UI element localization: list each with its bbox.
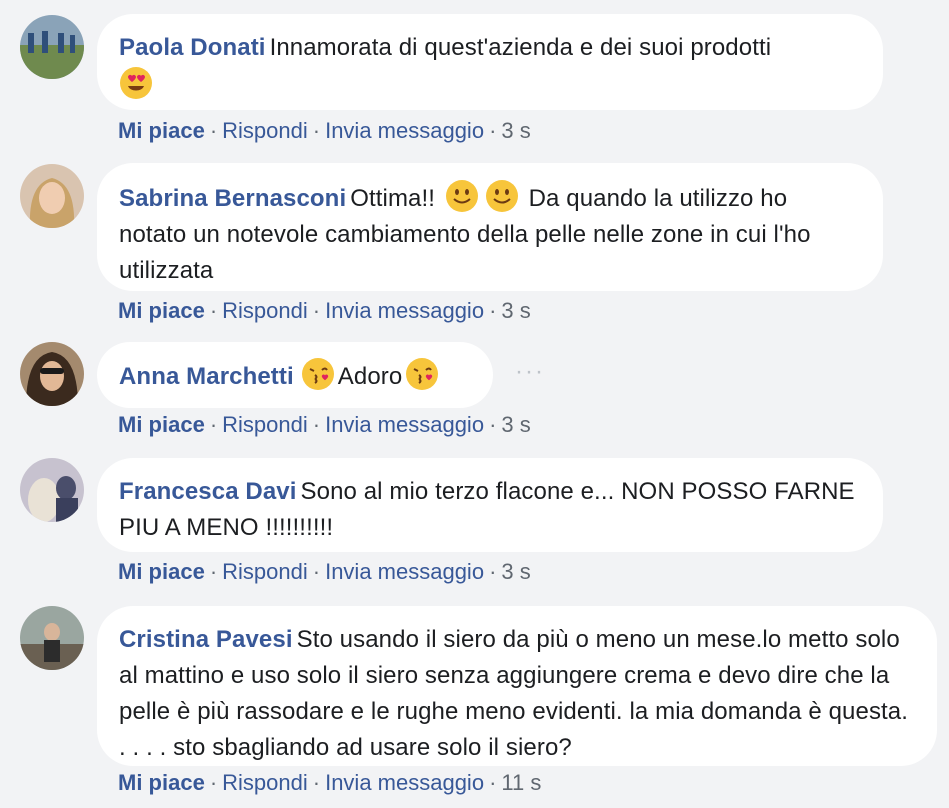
reply-link[interactable]: Rispondi <box>222 118 308 143</box>
reply-link[interactable]: Rispondi <box>222 298 308 323</box>
comment-actions: Mi piace · Rispondi · Invia messaggio · 3 s <box>118 118 531 143</box>
comment-timestamp[interactable]: 3 s <box>501 412 530 437</box>
avatar-image <box>20 164 84 228</box>
comment-author[interactable]: Paola Donati <box>119 34 266 61</box>
send-message-link[interactable]: Invia messaggio <box>325 412 484 437</box>
like-button[interactable]: Mi piace <box>118 559 205 584</box>
comment-bubble: Francesca Davi Sono al mio terzo flacone … <box>97 458 883 552</box>
comment-bubble: Anna Marchetti Adoro <box>97 342 493 408</box>
send-message-link[interactable]: Invia messaggio <box>325 298 484 323</box>
comment-actions: Mi piace · Rispondi · Invia messaggio · 11 s <box>118 770 542 795</box>
reply-link[interactable]: Rispondi <box>222 559 308 584</box>
avatar[interactable] <box>20 342 84 406</box>
avatar-image <box>20 15 84 79</box>
comment-timestamp[interactable]: 3 s <box>501 298 530 323</box>
like-button[interactable]: Mi piace <box>118 118 205 143</box>
avatar[interactable] <box>20 164 84 228</box>
avatar-image <box>20 606 84 670</box>
comment-timestamp[interactable]: 3 s <box>501 559 530 584</box>
comment-author[interactable]: Sabrina Bernasconi <box>119 185 346 212</box>
comment-actions: Mi piace · Rispondi · Invia messaggio · 3 s <box>118 559 531 584</box>
like-button[interactable]: Mi piace <box>118 770 205 795</box>
send-message-link[interactable]: Invia messaggio <box>325 559 484 584</box>
like-button[interactable]: Mi piace <box>118 412 205 437</box>
more-options-icon[interactable]: ··· <box>515 358 545 386</box>
avatar[interactable] <box>20 458 84 522</box>
avatar[interactable] <box>20 606 84 670</box>
smile-icon <box>445 179 479 213</box>
smile-icon <box>485 179 519 213</box>
comment-text: Adoro <box>337 363 403 390</box>
send-message-link[interactable]: Invia messaggio <box>325 770 484 795</box>
comment-timestamp[interactable]: 3 s <box>501 118 530 143</box>
like-button[interactable]: Mi piace <box>118 298 205 323</box>
send-message-link[interactable]: Invia messaggio <box>325 118 484 143</box>
comment-actions: Mi piace · Rispondi · Invia messaggio · 3 s <box>118 298 531 323</box>
comment-bubble: Sabrina Bernasconi Ottima!! Da quando la … <box>97 163 883 291</box>
comment-author[interactable]: Anna Marchetti <box>119 363 294 390</box>
avatar[interactable] <box>20 15 84 79</box>
reply-link[interactable]: Rispondi <box>222 412 308 437</box>
comment-actions: Mi piace · Rispondi · Invia messaggio · 3 s <box>118 412 531 437</box>
comment-bubble: Paola Donati Innamorata di quest'azienda … <box>97 14 883 110</box>
comment-text: Innamorata di quest'azienda e dei suoi p… <box>269 34 772 61</box>
reply-link[interactable]: Rispondi <box>222 770 308 795</box>
comment-author[interactable]: Cristina Pavesi <box>119 626 293 653</box>
kiss-icon <box>405 357 439 391</box>
avatar-image <box>20 458 84 522</box>
comment-text: Ottima!! <box>350 185 436 212</box>
comment-timestamp[interactable]: 11 s <box>501 770 541 795</box>
avatar-image <box>20 342 84 406</box>
comment-bubble: Cristina Pavesi Sto usando il siero da pi… <box>97 606 937 766</box>
kiss-icon <box>301 357 335 391</box>
comment-author[interactable]: Francesca Davi <box>119 478 297 505</box>
heart-eyes-icon <box>119 66 153 100</box>
